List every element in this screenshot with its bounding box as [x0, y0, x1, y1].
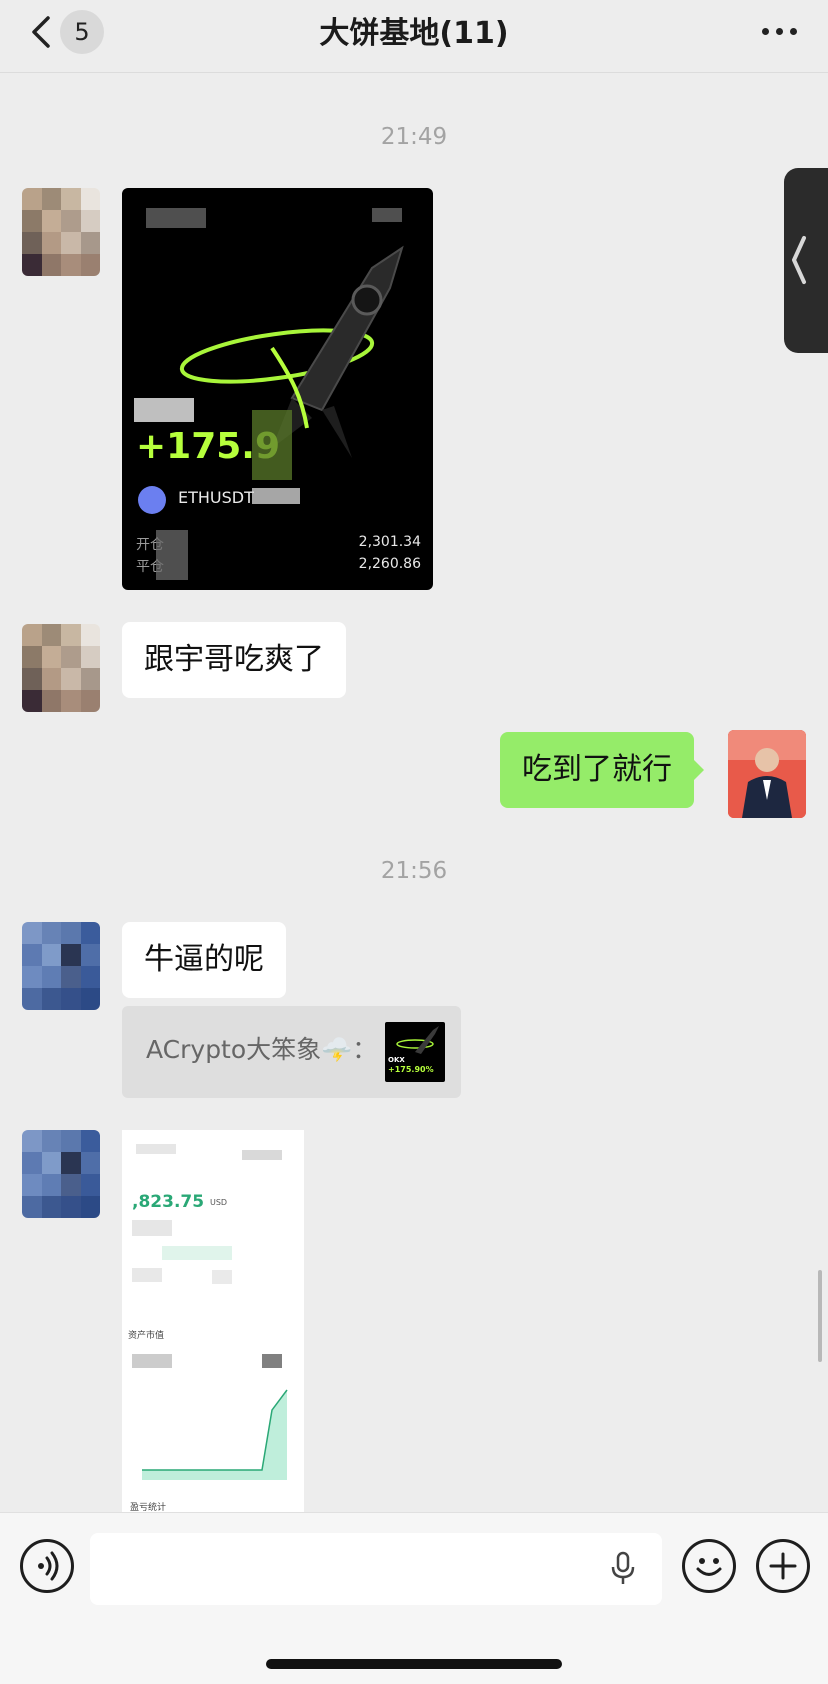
home-indicator [266, 1659, 562, 1669]
message-bubble[interactable]: 跟宇哥吃爽了 [122, 622, 346, 698]
emoji-icon [696, 1558, 722, 1576]
image-message[interactable]: ,823.75 USD 资产市值 盈亏统计 [122, 1130, 304, 1515]
back-button[interactable] [26, 12, 58, 52]
quote-thumbnail[interactable]: OKX +175.90% [385, 1022, 445, 1082]
image-message[interactable]: +175.9 ETHUSDT 开仓 2,301.34 平仓 2,260.86 [122, 188, 433, 590]
asset-currency: USD [210, 1198, 228, 1207]
message-bubble[interactable]: 牛逼的呢 [122, 922, 286, 998]
quote-thumb-pnl: +175.90% [388, 1065, 434, 1074]
person-photo [728, 730, 806, 818]
more-functions-button[interactable] [756, 1539, 810, 1593]
microphone-icon[interactable] [608, 1551, 638, 1587]
timestamp: 21:56 [380, 858, 448, 884]
chevron-left-icon [32, 16, 50, 48]
emoji-button[interactable] [682, 1539, 736, 1593]
voice-button[interactable] [20, 1539, 74, 1593]
open-price: 2,301.34 [358, 534, 421, 550]
chat-title: 大饼基地(11) [319, 16, 509, 51]
asset-line-chart [142, 1389, 288, 1480]
avatar[interactable] [22, 188, 100, 276]
quote-thumb-brand: OKX [388, 1056, 405, 1064]
avatar[interactable] [22, 624, 100, 712]
quoted-message[interactable]: ACrypto大笨象🌩️： OKX +175.90% [122, 1006, 461, 1098]
message-bubble-self[interactable]: 吃到了就行 [500, 732, 704, 808]
input-bar [0, 1512, 828, 1684]
plus-icon [769, 1552, 797, 1580]
close-price: 2,260.86 [358, 556, 421, 572]
asset-amount: ,823.75 [132, 1192, 205, 1212]
scrollbar[interactable] [818, 1270, 822, 1362]
chat-header: 5 大饼基地(11) [0, 0, 828, 73]
eth-icon [138, 486, 166, 514]
voice-icon [38, 1551, 59, 1581]
section-label: 资产市值 [128, 1331, 165, 1341]
avatar[interactable] [22, 1130, 100, 1218]
more-options-button[interactable] [762, 28, 798, 38]
side-drawer-handle[interactable] [784, 168, 828, 353]
trading-pair: ETHUSDT [178, 488, 254, 507]
message-input[interactable] [90, 1533, 662, 1605]
chevron-left-icon [792, 236, 806, 284]
quote-text: ACrypto大笨象🌩️： [146, 1035, 378, 1064]
avatar[interactable] [22, 922, 100, 1010]
timestamp: 21:49 [380, 124, 448, 150]
self-avatar[interactable] [728, 730, 806, 818]
unread-count-badge[interactable]: 5 [60, 10, 104, 54]
